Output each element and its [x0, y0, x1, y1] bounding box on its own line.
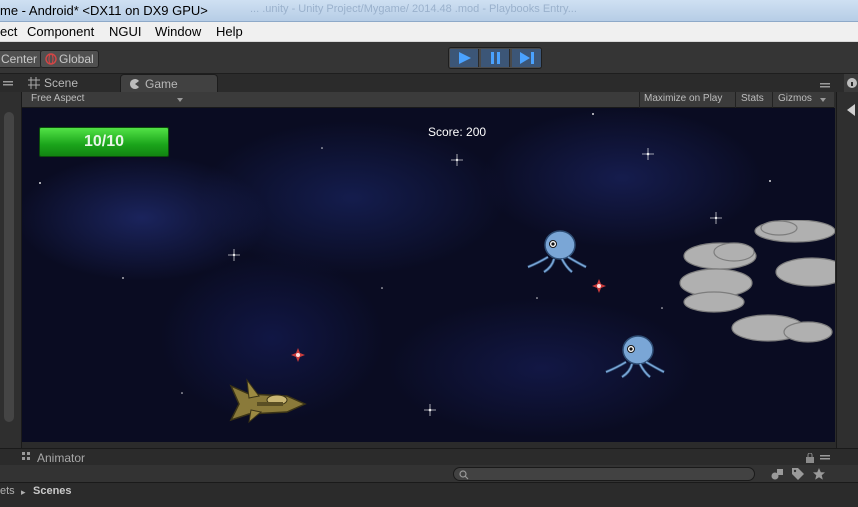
separator: [639, 92, 640, 108]
window-title-ghost: ... .unity - Unity Project/Mygame/ 2014.…: [250, 3, 577, 15]
menu-dots-icon[interactable]: [3, 81, 13, 89]
search-input[interactable]: [453, 467, 755, 481]
view-tabs: Scene Game: [0, 74, 858, 92]
octopus-enemy: [605, 335, 665, 379]
pause-icon: [491, 52, 500, 64]
tab-scene[interactable]: Scene: [28, 74, 116, 92]
pivot-global-label: Global: [59, 52, 94, 66]
aspect-chevron-icon: [177, 98, 183, 102]
health-bar: 10/10: [39, 127, 169, 157]
left-scrollbar[interactable]: [4, 112, 14, 422]
stats-toggle[interactable]: Stats: [741, 93, 764, 104]
playback-controls: [448, 47, 542, 69]
left-panel-strip: [0, 92, 22, 448]
menu-component[interactable]: Component: [27, 24, 94, 39]
breadcrumb-assets[interactable]: ets: [0, 485, 15, 497]
tab-game[interactable]: Game: [120, 74, 218, 92]
game-view-toolbar: Free Aspect Maximize on Play Stats Gizmo…: [22, 92, 834, 108]
cloud-cluster: [679, 220, 835, 343]
aspect-dropdown[interactable]: Free Aspect: [31, 93, 84, 104]
game-viewport[interactable]: 10/10 Score: 200: [22, 108, 835, 442]
right-panel-strip: [836, 92, 858, 448]
project-search-row: [0, 465, 858, 483]
inspector-tab[interactable]: [844, 74, 858, 92]
collapse-arrow-icon[interactable]: [845, 102, 857, 118]
search-icon: [459, 470, 469, 480]
enemy-bullet: [291, 348, 305, 362]
project-breadcrumb: ets ▸ Scenes: [0, 483, 858, 507]
filter-type-icon[interactable]: [770, 467, 784, 481]
lock-icon[interactable]: [805, 453, 815, 463]
gizmos-dropdown[interactable]: Gizmos: [778, 93, 812, 104]
menu-ngui[interactable]: NGUI: [109, 24, 142, 39]
tab-animator[interactable]: Animator: [37, 451, 85, 465]
animator-tab-row: Animator: [0, 448, 858, 465]
play-icon: [459, 52, 471, 64]
menu-window[interactable]: Window: [155, 24, 201, 39]
tab-game-label: Game: [145, 77, 178, 91]
pause-button[interactable]: [481, 49, 510, 67]
star-icon[interactable]: [812, 467, 826, 481]
player-ship: [229, 378, 307, 424]
separator: [735, 92, 736, 108]
menu-help[interactable]: Help: [216, 24, 243, 39]
gizmos-chevron-icon: [820, 98, 826, 102]
window-titlebar: me - Android* <DX11 on DX9 GPU> ... .uni…: [0, 0, 858, 22]
main-toolbar: Center Global: [0, 42, 858, 74]
enemy-bullet: [592, 279, 606, 293]
play-button[interactable]: [450, 49, 479, 67]
animator-icon: [22, 452, 30, 460]
info-icon: [847, 78, 857, 88]
step-icon: [520, 52, 534, 64]
step-button[interactable]: [512, 49, 541, 67]
pacman-icon: [130, 79, 139, 89]
breadcrumb-scenes[interactable]: Scenes: [33, 485, 72, 497]
panel-menu-icon[interactable]: [820, 455, 834, 463]
score-label: Score: 200: [428, 125, 487, 139]
breadcrumb-arrow-icon: ▸: [21, 487, 26, 497]
octopus-enemy: [527, 230, 587, 274]
globe-icon: [45, 53, 57, 65]
maximize-on-play-toggle[interactable]: Maximize on Play: [644, 93, 722, 104]
menu-bar: ect Component NGUI Window Help: [0, 22, 858, 42]
separator: [772, 92, 773, 108]
tab-scene-label: Scene: [44, 76, 79, 90]
menu-project[interactable]: ect: [0, 24, 17, 39]
window-title: me - Android* <DX11 on DX9 GPU>: [0, 3, 208, 18]
tag-icon[interactable]: [791, 467, 805, 481]
pivot-global-button[interactable]: Global: [40, 50, 99, 68]
pivot-center-button[interactable]: Center: [0, 50, 43, 68]
panel-menu-icon[interactable]: [820, 81, 834, 89]
grid-icon: [28, 77, 40, 89]
